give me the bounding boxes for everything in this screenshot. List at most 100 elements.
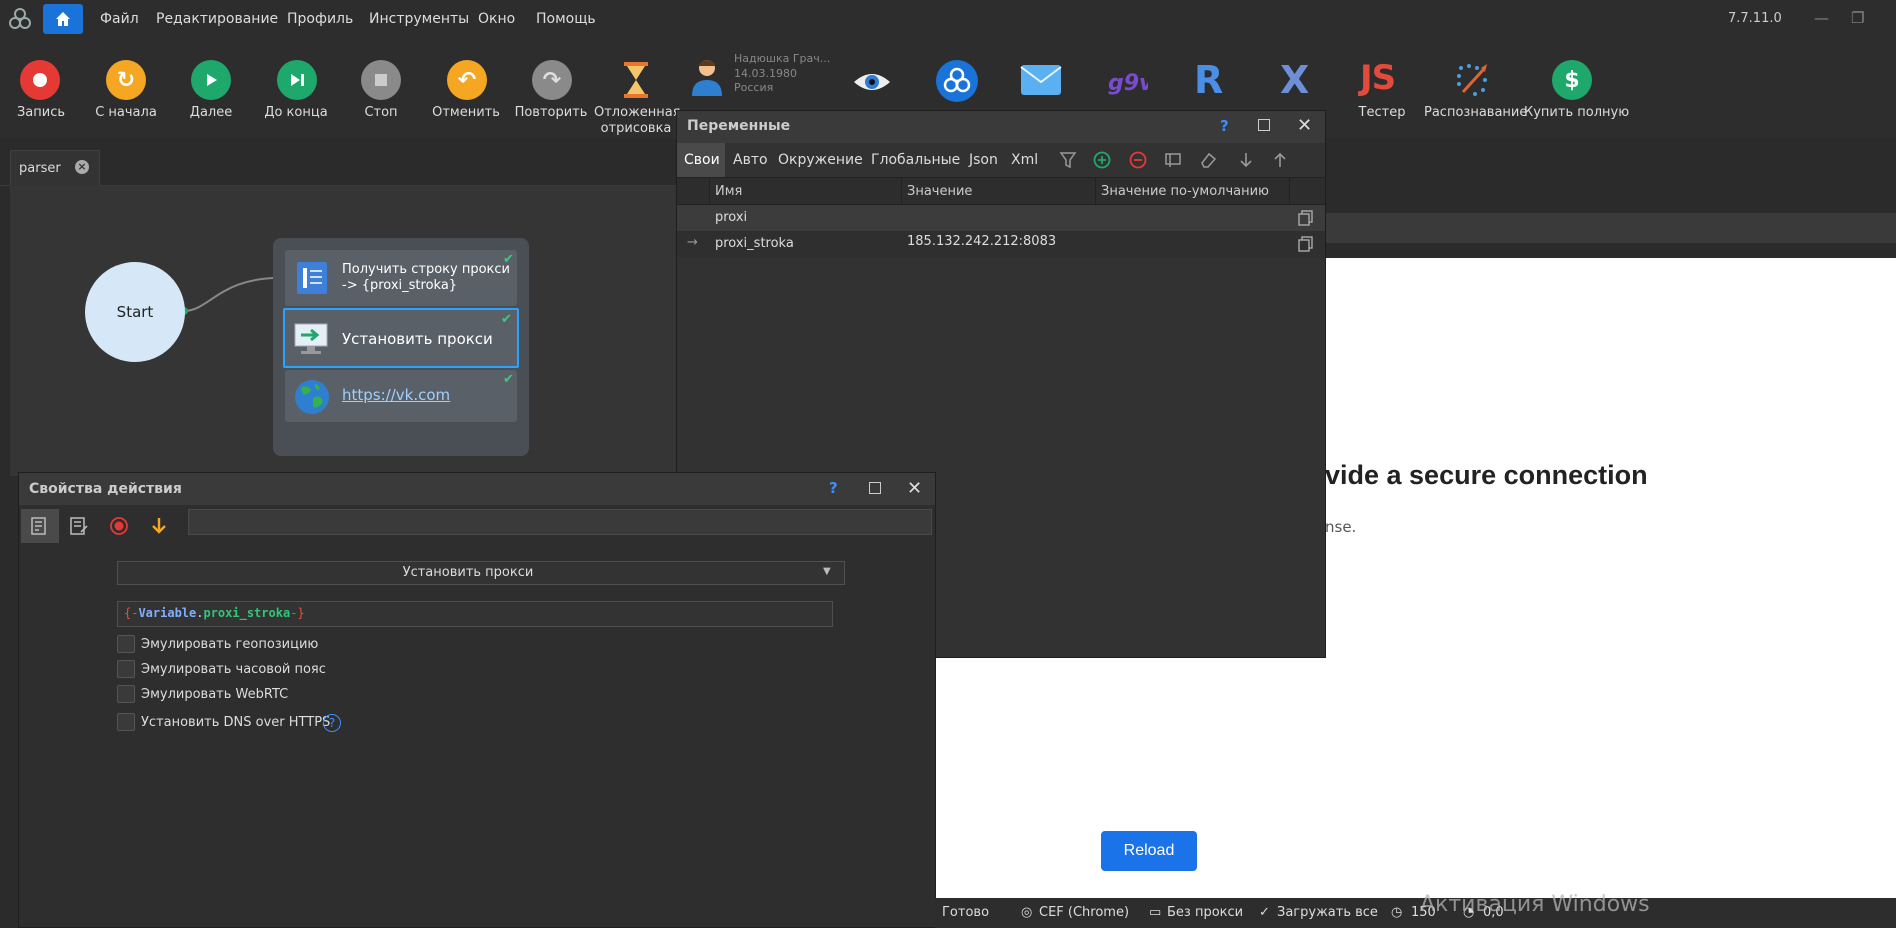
menu-file[interactable]: Файл bbox=[100, 11, 139, 27]
tab-environment[interactable]: Окружение bbox=[778, 152, 863, 168]
proxy-var-scope: Variable bbox=[138, 606, 197, 620]
copy-icon[interactable] bbox=[1297, 235, 1315, 253]
row-name[interactable]: proxi_stroka bbox=[715, 236, 794, 251]
maximize-icon[interactable] bbox=[1258, 119, 1270, 131]
emulate-timezone-label: Эмулировать часовой пояс bbox=[141, 662, 326, 677]
restart-button[interactable]: ↻ С начала bbox=[85, 38, 167, 138]
eye-icon[interactable] bbox=[852, 62, 892, 102]
chrome-icon: ◎ bbox=[1021, 905, 1033, 920]
buy-full-button[interactable]: $ Купить полную bbox=[1524, 38, 1629, 138]
recognition-label: Распознавание bbox=[1424, 105, 1528, 120]
action-1-line2: -> {proxi_stroka} bbox=[342, 278, 458, 293]
undo-icon: ↶ bbox=[447, 60, 487, 100]
columns-icon[interactable] bbox=[1164, 151, 1182, 169]
tab-auto[interactable]: Авто bbox=[733, 152, 768, 168]
recognition-button[interactable]: Распознавание bbox=[1424, 38, 1528, 138]
start-node[interactable]: Start bbox=[85, 262, 185, 362]
action-3-link[interactable]: https://vk.com bbox=[342, 386, 450, 404]
emulate-timezone-checkbox[interactable] bbox=[117, 660, 135, 678]
status-engine[interactable]: CEF (Chrome) bbox=[1039, 905, 1129, 920]
close-icon[interactable]: ✕ bbox=[907, 478, 922, 499]
row-value[interactable]: 185.132.242.212:8083 bbox=[907, 234, 1056, 249]
record-button[interactable]: Запись bbox=[0, 38, 82, 138]
x-icon[interactable]: X bbox=[1280, 58, 1314, 102]
tab-global[interactable]: Глобальные bbox=[871, 152, 960, 168]
table-row[interactable]: → proxi_stroka 185.132.242.212:8083 bbox=[677, 231, 1325, 257]
properties-view-button[interactable] bbox=[21, 509, 59, 543]
tab-xml[interactable]: Xml bbox=[1011, 152, 1038, 168]
r-icon[interactable]: R bbox=[1194, 58, 1224, 102]
profile-country: Россия bbox=[734, 81, 774, 94]
tab-json[interactable]: Json bbox=[969, 152, 998, 168]
mail-icon[interactable] bbox=[1020, 64, 1062, 96]
home-button[interactable] bbox=[43, 4, 83, 34]
dns-over-https-checkbox[interactable] bbox=[117, 713, 135, 731]
action-2-label: Установить прокси bbox=[342, 330, 493, 348]
emulate-geolocation-checkbox[interactable] bbox=[117, 635, 135, 653]
run-to-end-button[interactable]: До конца bbox=[255, 38, 337, 138]
menu-edit[interactable]: Редактирование bbox=[156, 11, 278, 27]
emulate-webrtc-checkbox[interactable] bbox=[117, 685, 135, 703]
menu-window[interactable]: Окно bbox=[478, 11, 515, 27]
undo-button[interactable]: ↶ Отменить bbox=[425, 38, 507, 138]
help-icon[interactable]: ? bbox=[829, 479, 838, 497]
project-canvas[interactable]: Start Получить строку прокси -> {proxi_s… bbox=[10, 186, 676, 476]
proxy-string-field[interactable]: {-Variable.proxi_stroka-} bbox=[117, 601, 833, 627]
action-type-select[interactable]: Установить прокси ▼ bbox=[117, 561, 845, 585]
action-set-proxy[interactable]: Установить прокси ✔ bbox=[283, 308, 519, 368]
eraser-icon[interactable] bbox=[1199, 151, 1217, 169]
move-up-icon[interactable] bbox=[1271, 151, 1289, 169]
filter-icon[interactable] bbox=[1059, 151, 1077, 169]
close-tab-icon[interactable]: × bbox=[75, 160, 89, 174]
arrow-down-icon[interactable] bbox=[149, 516, 169, 536]
minimize-icon[interactable]: — bbox=[1814, 9, 1829, 27]
menu-help[interactable]: Помощь bbox=[536, 11, 596, 27]
hourglass-icon bbox=[618, 60, 654, 100]
maximize-icon[interactable] bbox=[869, 482, 881, 494]
deferred-render-label-2: отрисовка bbox=[600, 121, 672, 136]
menu-tools[interactable]: Инструменты bbox=[369, 11, 469, 27]
regex-icon[interactable]: g9v bbox=[1106, 60, 1154, 100]
profile-widget[interactable]: Надюшка Грач... 14.03.1980 Россия bbox=[686, 52, 830, 102]
record-icon[interactable] bbox=[109, 516, 129, 536]
status-proxy[interactable]: Без прокси bbox=[1167, 905, 1243, 920]
variables-title: Переменные bbox=[687, 118, 791, 134]
monitor-icon: ▭ bbox=[1149, 905, 1162, 920]
table-row[interactable]: proxi bbox=[677, 205, 1325, 231]
restore-icon[interactable]: ❐ bbox=[1851, 9, 1864, 27]
copy-icon[interactable] bbox=[1297, 209, 1315, 227]
home-icon bbox=[56, 12, 70, 26]
tab-parser[interactable]: parser × bbox=[10, 150, 100, 186]
move-down-icon[interactable] bbox=[1237, 151, 1255, 169]
zennoposter-logo-icon[interactable] bbox=[936, 60, 978, 102]
col-default[interactable]: Значение по-умолчанию bbox=[1101, 184, 1269, 199]
add-variable-icon[interactable] bbox=[1093, 151, 1111, 169]
close-icon[interactable]: ✕ bbox=[1297, 115, 1312, 136]
col-value[interactable]: Значение bbox=[907, 184, 972, 199]
edit-notes-icon[interactable] bbox=[69, 516, 89, 536]
col-name[interactable]: Имя bbox=[715, 184, 742, 199]
stop-button[interactable]: Стоп bbox=[340, 38, 422, 138]
tab-own[interactable]: Свои bbox=[684, 152, 720, 168]
emulate-webrtc-label: Эмулировать WebRTC bbox=[141, 687, 289, 702]
menu-profile[interactable]: Профиль bbox=[287, 11, 353, 27]
browser-page-lower: Reload bbox=[935, 656, 1896, 898]
question-icon[interactable]: ? bbox=[323, 714, 341, 732]
remove-variable-icon[interactable] bbox=[1129, 151, 1147, 169]
restart-icon: ↻ bbox=[106, 60, 146, 100]
profile-date: 14.03.1980 bbox=[734, 67, 797, 80]
next-button[interactable]: Далее bbox=[170, 38, 252, 138]
status-load[interactable]: Загружать все bbox=[1277, 905, 1378, 920]
check-circle-icon: ✓ bbox=[1259, 905, 1270, 920]
help-icon[interactable]: ? bbox=[1220, 117, 1229, 135]
tester-button[interactable]: JS Тестер bbox=[1340, 38, 1424, 138]
action-get-proxy-string[interactable]: Получить строку прокси -> {proxi_stroka}… bbox=[285, 250, 517, 306]
action-comment-input[interactable] bbox=[188, 509, 932, 535]
properties-title: Свойства действия bbox=[29, 481, 182, 497]
row-name[interactable]: proxi bbox=[715, 210, 747, 225]
app-logo-icon[interactable] bbox=[8, 7, 32, 31]
action-open-url[interactable]: https://vk.com ✔ bbox=[285, 370, 517, 422]
deferred-render-button[interactable]: Отложенная отрисовка bbox=[594, 38, 681, 138]
reload-button[interactable]: Reload bbox=[1101, 831, 1197, 871]
redo-button[interactable]: ↷ Повторить bbox=[510, 38, 592, 138]
